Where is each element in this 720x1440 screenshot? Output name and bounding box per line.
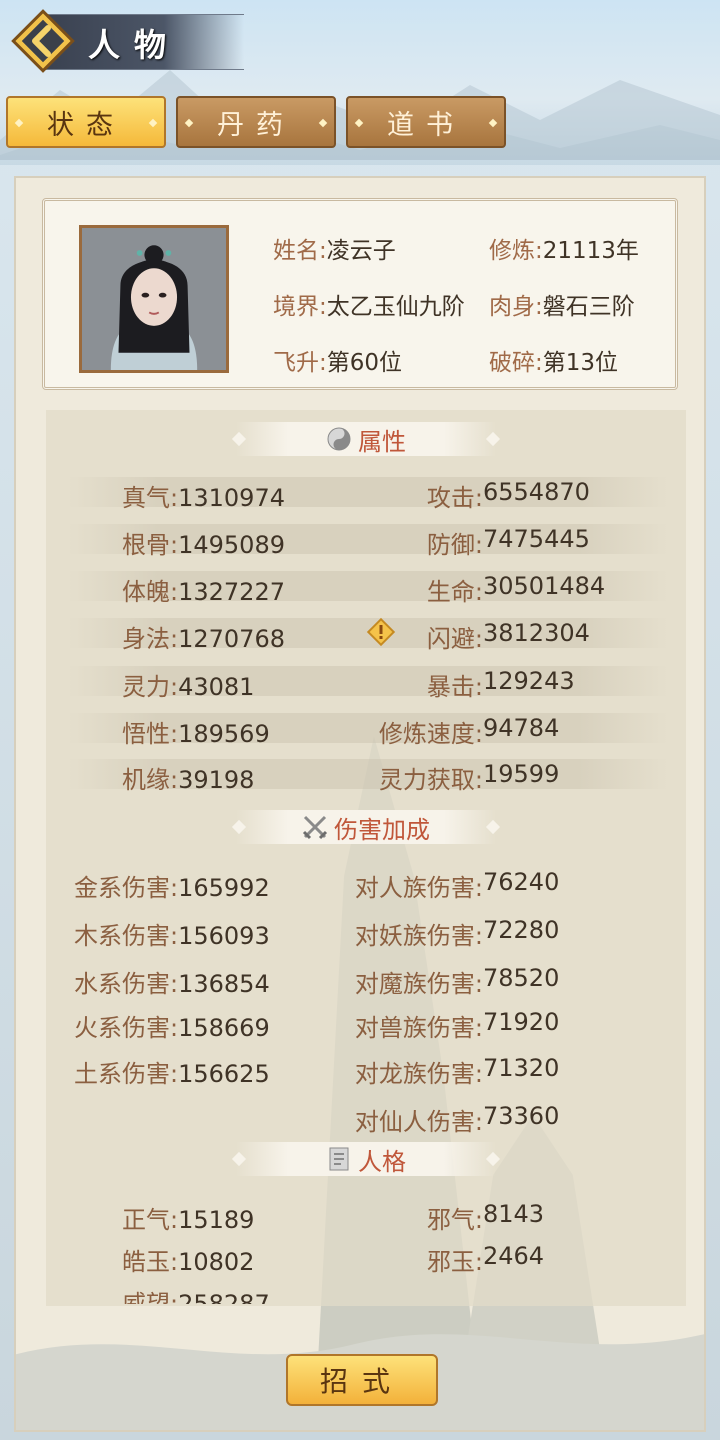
shatter-value: 第13位 (542, 350, 619, 376)
section-title-damage: 伤害加成 (334, 815, 430, 844)
damage-right: 对人族伤害: (46, 868, 483, 903)
stat-key: 邪气: (426, 1206, 483, 1234)
tab-status[interactable]: 状态 (6, 96, 166, 148)
stat-right: 生命: (46, 572, 483, 607)
body-key: 肉身: (489, 294, 543, 320)
stat-key: 对龙族伤害: (354, 1060, 483, 1088)
tab-pills-label: 丹药 (217, 109, 295, 141)
stat-key: 对兽族伤害: (354, 1014, 483, 1042)
tab-status-label: 状态 (47, 109, 125, 141)
stat-right: 防御: (46, 525, 483, 560)
shatter-row: 破碎:第13位 (489, 343, 618, 377)
section-title-attributes: 属性 (358, 427, 406, 456)
tab-bar: 状态 丹药 道书 (6, 96, 506, 148)
header: 人物 状态 丹药 道书 (0, 0, 720, 165)
stat-value-right: 94784 (483, 714, 560, 742)
stat-key: 对妖族伤害: (354, 922, 483, 950)
stats-scroll-area[interactable]: 属性 真气:1310974 攻击: 6554870 根骨:1495089 防御: 7475… (46, 410, 686, 1306)
stat-right: 暴击: (46, 667, 483, 702)
tab-books[interactable]: 道书 (346, 96, 506, 148)
stat-value-right: 30501484 (483, 572, 606, 600)
stat-key: 对仙人伤害: (354, 1108, 483, 1136)
section-header-damage: 伤害加成 (231, 810, 501, 844)
character-panel: 姓名:凌云子 修炼:21113年 境界:太乙玉仙九阶 肉身:磐石三阶 飞升:第6… (14, 176, 706, 1432)
tab-pills[interactable]: 丹药 (176, 96, 336, 148)
section-title-personality: 人格 (358, 1147, 406, 1176)
cultivation-key: 修炼: (489, 238, 543, 264)
cultivation-row: 修炼:21113年 (489, 231, 639, 265)
stat-right: 闪避: (46, 619, 483, 654)
stat-key: 对人族伤害: (354, 874, 483, 902)
section-header-personality: 人格 (231, 1142, 501, 1176)
stat-key: 对魔族伤害: (354, 970, 483, 998)
cultivation-value: 21113年 (542, 238, 639, 264)
profile-card: 姓名:凌云子 修炼:21113年 境界:太乙玉仙九阶 肉身:磐石三阶 飞升:第6… (42, 198, 678, 390)
stat-key: 防御: (426, 531, 483, 559)
body-row: 肉身:磐石三阶 (489, 287, 635, 321)
name-key: 姓名: (273, 238, 327, 264)
stat-value-right: 6554870 (483, 478, 590, 506)
document-icon (326, 1146, 352, 1172)
realm-value: 太乙玉仙九阶 (326, 294, 465, 320)
stat-value-right: 71320 (483, 1054, 560, 1082)
personality-left: 威望:258287 (122, 1284, 270, 1304)
stat-value-right: 8143 (483, 1200, 545, 1228)
stat-key: 生命: (426, 578, 483, 606)
page-title: 人物 (88, 26, 181, 64)
stat-value-right: 72280 (483, 916, 560, 944)
stat-value: 258287 (178, 1290, 270, 1304)
stat-key: 灵力获取: (378, 766, 483, 794)
ascend-value: 第60位 (326, 350, 403, 376)
stat-value-right: 7475445 (483, 525, 590, 553)
skills-button[interactable]: 招式 (286, 1354, 438, 1406)
damage-right: 对仙人伤害: (46, 1102, 483, 1137)
section-header-attributes: 属性 (231, 422, 501, 456)
stat-key: 暴击: (426, 673, 483, 701)
ascend-row: 飞升:第60位 (273, 343, 402, 377)
stat-key: 闪避: (426, 625, 483, 653)
stat-right: 攻击: (46, 478, 483, 513)
stat-key: 邪玉: (426, 1248, 483, 1276)
damage-right: 对龙族伤害: (46, 1054, 483, 1089)
stat-key: 威望: (122, 1290, 179, 1304)
body-value: 磐石三阶 (542, 294, 635, 320)
stat-value-right: 76240 (483, 868, 560, 896)
warning-icon[interactable] (366, 617, 396, 647)
shatter-key: 破碎: (489, 350, 543, 376)
stat-value-right: 3812304 (483, 619, 590, 647)
damage-right: 对魔族伤害: (46, 964, 483, 999)
stat-value-right: 71920 (483, 1008, 560, 1036)
avatar[interactable] (79, 225, 229, 373)
crossed-swords-icon (302, 814, 328, 840)
damage-right: 对兽族伤害: (46, 1008, 483, 1043)
personality-right: 邪玉: (46, 1242, 483, 1277)
stat-right: 修炼速度: (46, 714, 483, 749)
stat-key: 修炼速度: (378, 720, 483, 748)
back-arrow-icon[interactable] (10, 8, 76, 74)
damage-right: 对妖族伤害: (46, 916, 483, 951)
stat-value-right: 19599 (483, 760, 560, 788)
name-row: 姓名:凌云子 (273, 231, 396, 265)
stat-value-right: 73360 (483, 1102, 560, 1130)
yin-yang-icon (326, 426, 352, 452)
ascend-key: 飞升: (273, 350, 327, 376)
personality-right: 邪气: (46, 1200, 483, 1235)
realm-key: 境界: (273, 294, 327, 320)
tab-books-label: 道书 (387, 109, 465, 141)
realm-row: 境界:太乙玉仙九阶 (273, 287, 465, 321)
stat-value-right: 129243 (483, 667, 575, 695)
name-value: 凌云子 (326, 238, 396, 264)
stat-right: 灵力获取: (46, 760, 483, 795)
stat-key: 攻击: (426, 484, 483, 512)
stat-value-right: 78520 (483, 964, 560, 992)
stat-value-right: 2464 (483, 1242, 545, 1270)
